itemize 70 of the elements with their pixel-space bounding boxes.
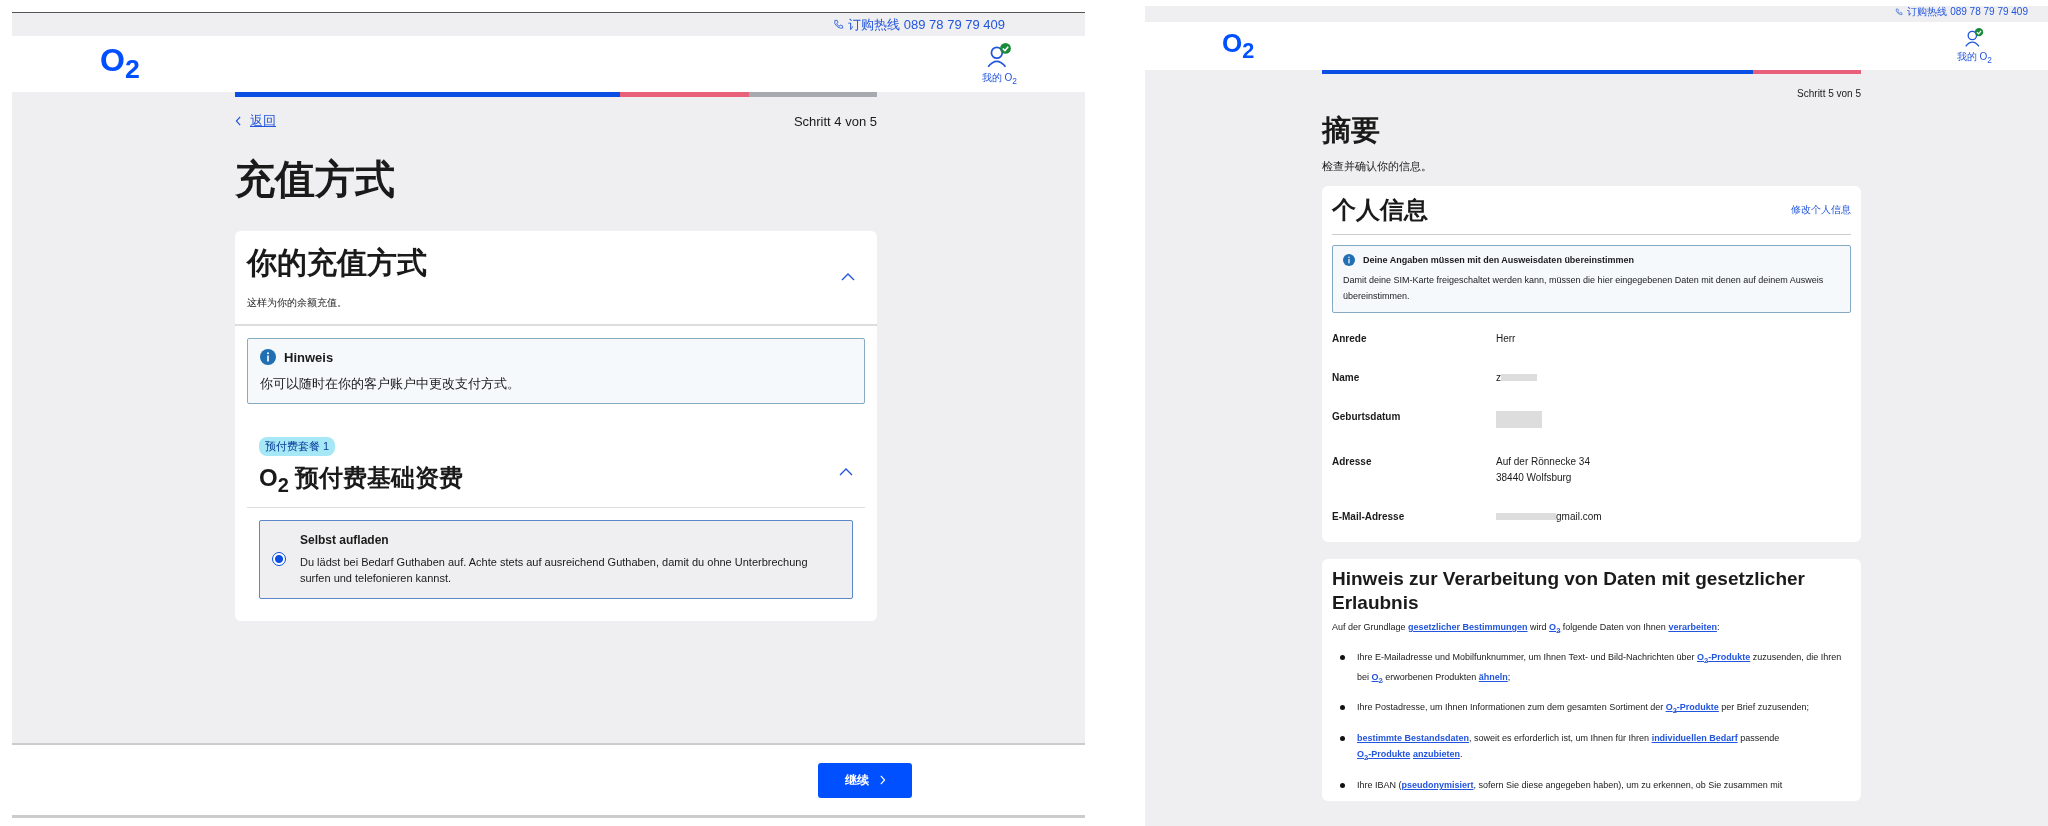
field-label: Geburtsdatum [1332,411,1402,422]
phone-icon [833,19,845,30]
phone-icon [1895,8,1904,16]
chevron-right-icon [878,775,886,785]
text-link[interactable]: O$_{2}$-Produkte [1665,702,1719,713]
tariff-badge: 预付费套餐 1 [259,437,336,456]
field-value: z [1496,372,1501,383]
bullet-icon [1340,705,1345,711]
continue-button[interactable]: 继续 [818,762,912,798]
account-link[interactable]: 我的 O$_{2}$ [981,42,1017,86]
radio-button[interactable] [272,552,286,567]
card-subtitle: 这样为你的余额充值。 [247,296,348,310]
text-link[interactable]: O$_{2}$ [1549,622,1561,632]
logo[interactable]: O$_{2}$ [100,42,140,86]
option-title: Selbst aufladen [300,532,390,547]
field-value: gmail.com [1556,511,1602,522]
info-icon [260,349,276,365]
bullet-icon [1340,654,1345,660]
back-link[interactable]: 返回 [235,112,276,130]
info-icon [1343,254,1355,266]
field-label: Name [1332,372,1361,383]
redacted-block [1496,411,1542,428]
text-link[interactable]: O$_{2}$-Produkte [1357,749,1411,760]
field-value: Herr [1496,333,1516,344]
text-link[interactable]: O$_{2}$ [1371,671,1383,682]
redacted-block [1496,513,1556,520]
bullet-icon [1340,783,1345,788]
tariff-title: O$_{2}$ 预付费基础资费 [259,463,464,497]
list-item-text: Ihre IBAN (pseudonymisiert, sofern Sie diese angegeben haben), um zu erkennen, ob Sie zusammen mit [1357,779,1783,792]
user-check-icon [1964,27,1985,48]
page-title: 摘要 [1322,113,1381,148]
intro-paragraph: Auf der Grundlage gesetzlicher Bestimmungen wird O$_{2}$ folgende Daten von Ihnen verarbeiten: [1332,621,1721,637]
list-item-text: bestimmte Bestandsdaten, soweit es erforderlich ist, um Ihnen für Ihren individuellen Bedarf passende O$_{2}$-Produkte anzubieten. [1357,732,1781,764]
field-value: 38440 Wolfsburg [1496,472,1572,483]
text-link[interactable]: anzubieten [1412,749,1460,760]
hotline-link[interactable]: 订购热线 089 78 79 79 409 [833,15,1005,34]
notice-text: Damit deine SIM-Karte freigeschaltet werden kann, müssen die hier eingegebenen Daten mit denen auf deinem Ausweis übereinstimmen. [1343,274,1825,303]
page-subtitle: 检查并确认你的信息。 [1322,159,1433,174]
text-link[interactable]: ähneln [1478,671,1508,682]
chevron-icon[interactable] [841,272,855,281]
text-link[interactable]: verarbeiten [1668,622,1717,632]
notice-title: Hinweis [284,349,334,365]
account-link[interactable]: 我的 O$_{2}$ [1956,27,1992,65]
section-heading: Hinweis zur Verarbeitung von Daten mit gesetzlicher Erlaubnis [1332,567,1806,615]
option-description: Du lädst bei Bedarf Guthaben auf. Achte stets auf ausreichend Guthaben, damit du ohne Unterbrechung surfen und telefonieren kannst. [300,554,809,586]
page-title: 充值方式 [235,156,396,203]
edit-link[interactable]: 修改个人信息 [1791,203,1851,217]
notice-text: 你可以随时在你的客户账户中更改支付方式。 [260,375,521,393]
list-item-text: Ihre E-Mailadresse und Mobilfunknummer, um Ihnen Text- und Bild-Nachrichten über O$_{2}$-Produkte zuzusenden, die Ihren bei O$_{2}$ erworbenen Produkten ähneln; [1357,650,1843,687]
user-check-icon [986,42,1013,69]
text-link[interactable]: individuellen Bedarf [1651,733,1738,744]
step-counter: Schritt 4 von 5 [793,113,877,129]
card-title: 个人信息 [1332,195,1428,225]
step-counter: Schritt 5 von 5 [1796,88,1861,99]
payment-option[interactable]: Selbst aufladen Du lädst bei Bedarf Guthaben auf. Achte stets auf ausreichend Guthaben, damit du ohne Unterbrechung surfen und telefonieren kannst. [259,519,853,599]
field-label: Adresse [1332,456,1373,467]
logo[interactable]: O$_{2}$ [1222,27,1255,65]
redacted-block [1501,374,1537,381]
card-title: 你的充值方式 [247,245,427,281]
bullet-icon [1340,736,1345,742]
field-label: E-Mail-Adresse [1332,511,1406,522]
chevron-left-icon [235,116,242,126]
hotline-link[interactable]: 订购热线 089 78 79 79 409 [1895,6,2028,18]
text-link[interactable]: O$_{2}$-Produkte [1697,651,1751,662]
text-link[interactable]: gesetzlicher Bestimmungen [1408,622,1528,632]
field-value: Auf der Rönnecke 34 [1496,456,1590,467]
chevron-icon[interactable] [839,468,853,477]
field-label: Anrede [1332,333,1368,344]
list-item-text: Ihre Postadresse, um Ihnen Informationen zum dem gesamten Sortiment der O$_{2}$-Produkte per Brief zuzusenden; [1357,701,1809,718]
notice-title: Deine Angaben müssen mit den Ausweisdaten übereinstimmen [1363,255,1634,265]
